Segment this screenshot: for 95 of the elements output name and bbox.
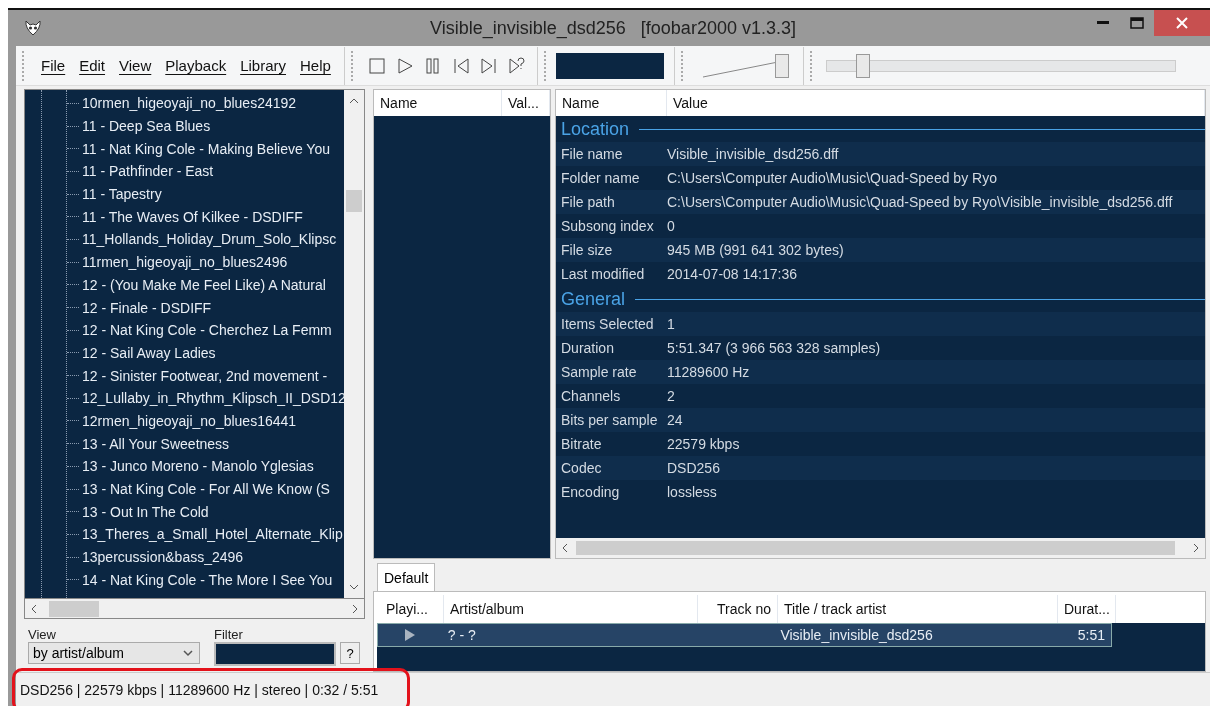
menu-item[interactable]: View bbox=[112, 53, 159, 78]
property-value: C:\Users\Computer Audio\Music\Quad-Speed by Ryo bbox=[667, 170, 997, 186]
tree-item[interactable]: 13percussion&bass_2496 bbox=[82, 549, 244, 566]
property-name: File path bbox=[560, 194, 616, 210]
tree-item[interactable]: 13 - Out In The Cold bbox=[82, 503, 209, 520]
property-value: C:\Users\Computer Audio\Music\Quad-Speed by Ryo\Visible_invisible_dsd256.dff bbox=[667, 194, 1173, 210]
tree-item[interactable]: 13 - All Your Sweetness bbox=[82, 435, 230, 452]
property-name: Encoding bbox=[560, 484, 621, 500]
property-name: Duration bbox=[560, 340, 615, 356]
property-name: Bitrate bbox=[560, 436, 603, 452]
property-name: File name bbox=[560, 146, 624, 162]
tree-item[interactable]: 11 - Nat King Cole - Making Believe You bbox=[82, 140, 330, 157]
chevron-icon bbox=[560, 543, 570, 553]
tree-item[interactable]: 10rmen_higeoyaji_no_blues24192 bbox=[82, 95, 297, 112]
close-button[interactable] bbox=[1154, 10, 1210, 36]
tree-item[interactable]: 12 - Finale - DSDIFF bbox=[82, 299, 212, 316]
tree-item[interactable]: 12 - Nat King Cole - Cherchez La Femm bbox=[82, 322, 332, 339]
tree-item[interactable]: 12rmen_higeoyaji_no_blues16441 bbox=[82, 412, 297, 429]
property-name: Channels bbox=[560, 388, 622, 404]
property-name: Last modified bbox=[560, 266, 646, 282]
artist-album: ? - ? bbox=[446, 627, 477, 643]
chevron-icon bbox=[349, 582, 359, 592]
close-icon bbox=[1176, 17, 1188, 29]
property-value: 1 bbox=[667, 316, 675, 332]
tree-item[interactable]: 14 - Nat King Cole - The More I See You bbox=[82, 571, 333, 588]
tree-item[interactable]: 11 - Deep Sea Blues bbox=[82, 118, 211, 135]
tree-item[interactable]: 13 - Junco Moreno - Manolo Yglesias bbox=[82, 458, 314, 475]
chevron-icon bbox=[350, 603, 360, 614]
tree-item[interactable]: 11 - Pathfinder - East bbox=[82, 163, 214, 180]
view-label: View bbox=[28, 627, 57, 642]
horizontal-scrollbar[interactable] bbox=[556, 538, 1205, 558]
tree-item[interactable]: 11 - Tapestry bbox=[82, 186, 162, 203]
property-value: 22579 kbps bbox=[667, 436, 740, 452]
column-header[interactable]: Val... bbox=[502, 90, 550, 116]
play-icon bbox=[403, 628, 416, 642]
section-title: General bbox=[561, 288, 626, 310]
filter-field[interactable] bbox=[214, 642, 336, 666]
help-button[interactable]: ? bbox=[340, 642, 360, 664]
property-name: Sample rate bbox=[560, 364, 638, 380]
property-name: Subsong index bbox=[560, 218, 655, 234]
column-header[interactable]: Name bbox=[556, 90, 667, 116]
filter-label: Filter bbox=[214, 627, 244, 642]
menu-item[interactable]: Edit bbox=[72, 53, 113, 78]
menu-item[interactable]: Playback bbox=[158, 53, 234, 78]
chevron-icon bbox=[349, 96, 359, 106]
tree-item[interactable]: 13_Theres_a_Small_Hotel_Alternate_Klip bbox=[82, 526, 343, 543]
property-value: 5:51.347 (3 966 563 328 samples) bbox=[667, 340, 881, 356]
property-value: 945 MB (991 641 302 bytes) bbox=[667, 242, 844, 258]
section-title: Location bbox=[561, 118, 630, 140]
vertical-scrollbar[interactable] bbox=[344, 90, 364, 598]
view-dropdown[interactable]: by artist/album bbox=[28, 642, 200, 664]
tree-item[interactable]: 12 - (You Make Me Feel Like) A Natural bbox=[82, 276, 326, 293]
random-icon[interactable] bbox=[506, 55, 527, 76]
tree-item[interactable]: 11 - The Waves Of Kilkee - DSDIFF bbox=[82, 208, 303, 225]
status-text: DSD256 | 22579 kbps | 11289600 Hz | stereo | 0:32 / 5:51 bbox=[20, 681, 379, 698]
property-value: DSD256 bbox=[667, 460, 720, 476]
alien-logo-icon bbox=[24, 19, 42, 37]
chevron-icon bbox=[29, 603, 39, 614]
menu-item[interactable]: Library bbox=[233, 53, 293, 78]
scrollbar-thumb[interactable] bbox=[576, 541, 1175, 555]
horizontal-scrollbar[interactable] bbox=[24, 599, 365, 619]
property-name: File size bbox=[560, 242, 614, 258]
property-value: 2 bbox=[667, 388, 675, 404]
tree-item[interactable]: 12 - Sinister Footwear, 2nd movement - bbox=[82, 367, 328, 384]
tree-item[interactable]: 11rmen_higeoyaji_no_blues2496 bbox=[82, 254, 288, 271]
scrollbar-thumb[interactable] bbox=[346, 190, 362, 212]
stop-icon[interactable] bbox=[366, 55, 387, 76]
chevron-icon bbox=[1191, 543, 1201, 553]
playlist-tab[interactable]: Default bbox=[377, 563, 436, 591]
property-value: lossless bbox=[667, 484, 717, 500]
next-icon[interactable] bbox=[478, 55, 499, 76]
property-value: 24 bbox=[667, 412, 683, 428]
tree-item[interactable]: 12 - Sail Away Ladies bbox=[82, 344, 216, 361]
minimize-icon bbox=[1097, 21, 1109, 25]
window-title: Visible_invisible_dsd256 [foobar2000 v1.3.3] bbox=[430, 17, 796, 39]
column-header[interactable]: Value bbox=[667, 90, 1205, 116]
scrollbar-thumb[interactable] bbox=[49, 601, 99, 617]
playlist-row[interactable]: ? - ? Visible_invisible_dsd256 5:51 bbox=[377, 623, 1112, 647]
property-value: 2014-07-08 14:17:36 bbox=[667, 266, 797, 282]
track-duration: 5:51 bbox=[1076, 627, 1106, 643]
column-header[interactable]: Name bbox=[374, 90, 502, 116]
maximize-icon bbox=[1130, 17, 1144, 29]
property-name: Codec bbox=[560, 460, 603, 476]
property-value: 0 bbox=[667, 218, 675, 234]
tree-item[interactable]: 11_Hollands_Holiday_Drum_Solo_Klipsc bbox=[82, 231, 337, 248]
menu-item[interactable]: File bbox=[34, 53, 73, 78]
menu-item[interactable]: Help bbox=[293, 53, 338, 78]
property-name: Folder name bbox=[560, 170, 641, 186]
track-title: Visible_invisible_dsd256 bbox=[779, 627, 934, 643]
tree-item[interactable]: 13 - Nat King Cole - For All We Know (S bbox=[82, 481, 330, 498]
property-name: Bits per sample bbox=[560, 412, 659, 428]
property-value: Visible_invisible_dsd256.dff bbox=[667, 146, 839, 162]
property-name: Items Selected bbox=[560, 316, 655, 332]
chevron-icon bbox=[183, 648, 193, 658]
property-value: 11289600 Hz bbox=[667, 364, 750, 380]
